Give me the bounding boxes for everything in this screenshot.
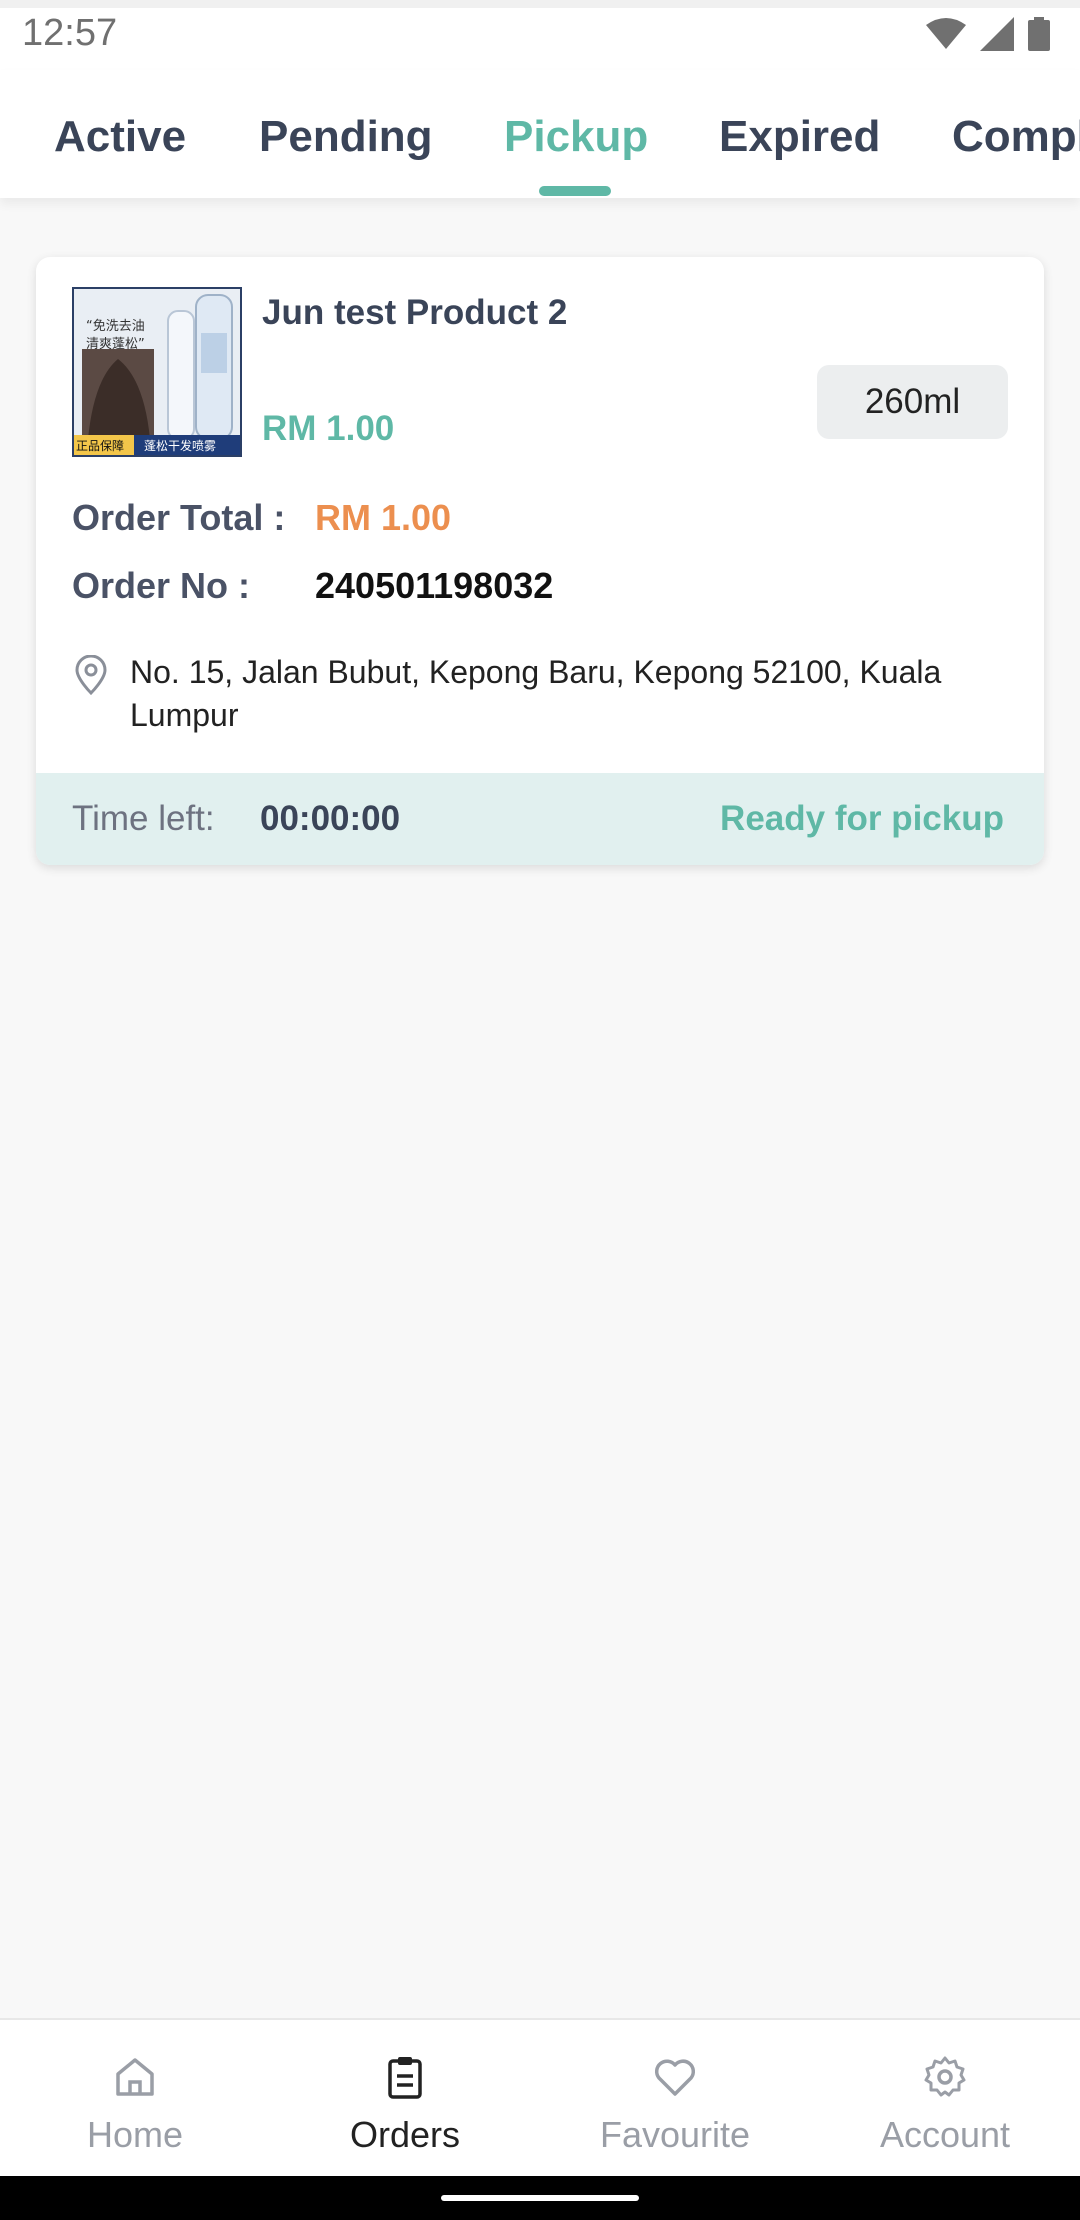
gear-icon bbox=[924, 2056, 966, 2097]
order-no-value: 240501198032 bbox=[315, 565, 554, 606]
order-no-label: Order No : bbox=[72, 565, 251, 606]
product-thumbnail: “免洗去油 清爽蓬松” 正品保障 蓬松干发喷雾 bbox=[72, 287, 242, 457]
home-gesture-handle[interactable] bbox=[441, 2195, 639, 2201]
time-left-label: Time left: bbox=[72, 799, 215, 838]
tab-active[interactable]: Active bbox=[54, 112, 186, 162]
nav-account-label: Account bbox=[879, 2114, 1011, 2155]
time-left-value: 00:00:00 bbox=[260, 799, 401, 838]
nav-orders-label: Orders bbox=[349, 2114, 461, 2155]
thumbnail-tagline-2: 清爽蓬松” bbox=[86, 337, 145, 352]
status-bar: 12:57 bbox=[0, 0, 1080, 70]
order-card[interactable]: “免洗去油 清爽蓬松” 正品保障 蓬松干发喷雾 Jun test Product… bbox=[36, 257, 1044, 865]
bottom-navigation: Home Orders Favourite Account bbox=[0, 2018, 1080, 2178]
order-total-label: Order Total : bbox=[72, 497, 286, 538]
status-time: 12:57 bbox=[22, 12, 118, 54]
wifi-icon bbox=[926, 18, 966, 49]
battery-icon bbox=[1028, 17, 1050, 51]
variant-badge: 260ml bbox=[817, 365, 1008, 439]
order-total-value: RM 1.00 bbox=[315, 497, 452, 538]
system-navigation-bar bbox=[0, 2176, 1080, 2220]
nav-home-label: Home bbox=[86, 2114, 184, 2155]
product-image bbox=[74, 289, 240, 455]
order-card-footer: Time left: 00:00:00 Ready for pickup bbox=[36, 773, 1044, 865]
status-icons bbox=[926, 16, 1050, 52]
cellular-signal-icon bbox=[980, 17, 1014, 51]
nav-account[interactable]: Account bbox=[810, 2020, 1080, 2178]
status-bar-top-strip bbox=[0, 0, 1080, 8]
heart-icon bbox=[654, 2059, 696, 2096]
product-price: RM 1.00 bbox=[262, 409, 395, 448]
order-status-text: Ready for pickup bbox=[720, 799, 1004, 838]
thumbnail-badge-left: 正品保障 bbox=[76, 439, 125, 453]
product-name: Jun test Product 2 bbox=[262, 293, 568, 332]
tab-expired[interactable]: Expired bbox=[719, 112, 880, 162]
tab-pickup[interactable]: Pickup bbox=[504, 112, 648, 162]
tab-pending[interactable]: Pending bbox=[259, 112, 433, 162]
location-pin-icon bbox=[75, 655, 107, 695]
thumbnail-tagline-1: “免洗去油 bbox=[86, 319, 145, 334]
nav-favourite-label: Favourite bbox=[599, 2114, 751, 2155]
nav-favourite[interactable]: Favourite bbox=[540, 2020, 810, 2178]
pickup-address: No. 15, Jalan Bubut, Kepong Baru, Kepong… bbox=[130, 654, 942, 733]
home-icon bbox=[116, 2058, 154, 2096]
nav-orders[interactable]: Orders bbox=[270, 2020, 540, 2178]
clipboard-icon bbox=[388, 2057, 422, 2099]
thumbnail-badge-right: 蓬松干发喷雾 bbox=[144, 439, 217, 453]
nav-home[interactable]: Home bbox=[0, 2020, 270, 2178]
tab-completed[interactable]: Completed bbox=[952, 112, 1080, 162]
order-status-tabs: Active Pending Pickup Expired Completed bbox=[0, 70, 1080, 198]
active-tab-indicator bbox=[539, 186, 611, 196]
